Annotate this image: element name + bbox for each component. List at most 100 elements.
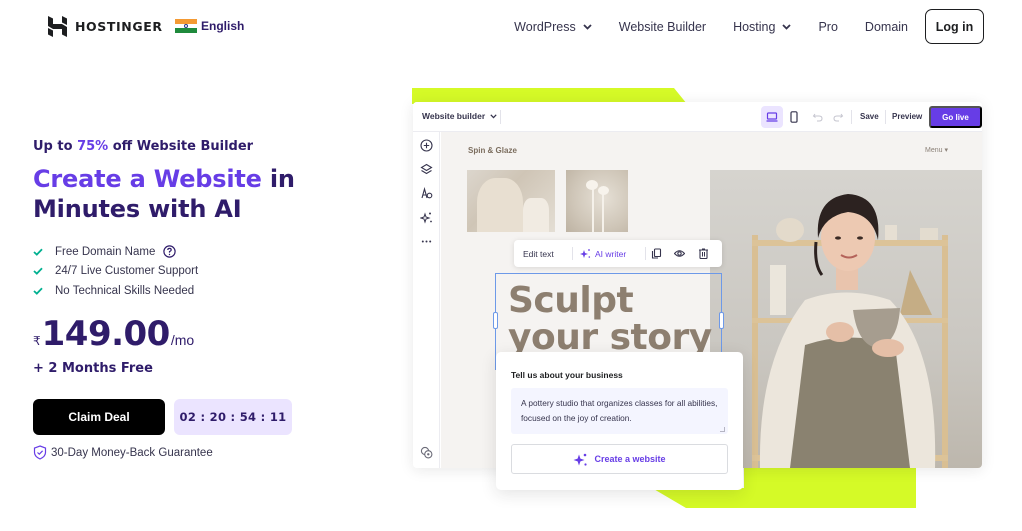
mobile-view-button[interactable]: [783, 106, 805, 128]
add-icon[interactable]: [420, 139, 433, 152]
feature-label: Free Domain Name: [55, 245, 156, 258]
shield-check-icon: [33, 445, 47, 460]
feature-item: 24/7 Live Customer Support: [33, 262, 198, 282]
hero-title-accent: Create a Website: [33, 165, 262, 193]
price-amount: 149.00: [41, 314, 171, 354]
site-menu[interactable]: Menu ▾: [925, 146, 948, 154]
business-description-input[interactable]: A pottery studio that organizes classes …: [511, 388, 728, 434]
language-selector[interactable]: English: [175, 19, 245, 34]
layers-icon[interactable]: [420, 163, 433, 176]
hero-title-part: Minutes with AI: [33, 195, 242, 223]
builder-menu[interactable]: Website builder: [422, 111, 497, 121]
check-icon: [33, 287, 43, 295]
ai-writer-button[interactable]: AI writer: [580, 248, 626, 259]
more-icon[interactable]: [420, 235, 433, 248]
help-chat-icon[interactable]: [420, 446, 433, 459]
desktop-icon: [766, 112, 778, 122]
feature-list: Free Domain Name 24/7 Live Customer Supp…: [33, 242, 198, 301]
go-live-button[interactable]: Go live: [929, 106, 982, 128]
potter-woman-image: [710, 170, 982, 468]
textarea-resize-grip[interactable]: [720, 427, 725, 432]
hero-title: Create a Website in Minutes with AI: [33, 164, 333, 224]
nav-hosting-label: Hosting: [733, 19, 776, 34]
nav-pro-label: Pro: [818, 19, 838, 34]
feature-label: 24/7 Live Customer Support: [55, 265, 199, 278]
ai-business-prompt-card: Tell us about your business A pottery st…: [496, 352, 743, 490]
desktop-view-button[interactable]: [761, 106, 783, 128]
nav-wordpress-label: WordPress: [514, 19, 576, 34]
ai-writer-label: AI writer: [595, 248, 627, 259]
hero-title-part: in: [261, 165, 295, 193]
feature-item: Free Domain Name: [33, 242, 198, 262]
login-button[interactable]: Log in: [925, 9, 984, 44]
undo-icon[interactable]: [812, 111, 824, 123]
nav-domain[interactable]: Domain: [865, 20, 908, 34]
hostinger-logo[interactable]: HOSTINGER: [48, 16, 163, 37]
promo-suffix: off Website Builder: [108, 139, 254, 154]
countdown-timer: 02 : 20 : 54 : 11: [174, 399, 292, 435]
dried-flowers-image: [566, 170, 628, 232]
chevron-down-icon: [490, 113, 497, 118]
duplicate-icon[interactable]: [651, 248, 662, 259]
help-icon[interactable]: [163, 245, 177, 258]
create-website-button[interactable]: Create a website: [511, 444, 728, 474]
promo-discount: 75%: [77, 139, 109, 154]
nav-hosting[interactable]: Hosting: [733, 19, 792, 34]
hostinger-logo-icon: [48, 16, 67, 37]
ai-sparkle-icon: [580, 249, 591, 258]
nav-wordpress[interactable]: WordPress: [514, 20, 592, 34]
nav-website-builder[interactable]: Website Builder: [619, 20, 706, 34]
india-flag-icon: [175, 19, 197, 34]
price: ₹ 149.00 /mo: [33, 315, 194, 353]
bonus-offer: + 2 Months Free: [33, 361, 153, 376]
mobile-icon: [790, 111, 798, 123]
price-period: /mo: [170, 332, 195, 348]
guarantee-label: 30-Day Money-Back Guarantee: [51, 446, 213, 459]
feature-label: No Technical Skills Needed: [55, 284, 195, 297]
top-header: HOSTINGER English WordPress Website Buil…: [0, 0, 1022, 54]
theme-icon[interactable]: [420, 187, 433, 200]
divider: [645, 247, 646, 260]
visibility-icon[interactable]: [674, 248, 685, 259]
promo-prefix: Up to: [33, 139, 78, 154]
main-nav: WordPress Website Builder Hosting Pro Do…: [514, 9, 984, 44]
business-prompt-title: Tell us about your business: [511, 370, 623, 380]
pottery-vases-image: [467, 170, 555, 232]
check-icon: [33, 267, 43, 276]
potter-illustration: [752, 194, 948, 468]
redo-icon[interactable]: [832, 111, 844, 123]
chevron-down-icon: [782, 23, 792, 30]
nav-domain-label: Domain: [864, 19, 908, 34]
site-name: Spin & Glaze: [468, 146, 517, 155]
language-label: English: [201, 19, 245, 33]
edit-text-button[interactable]: Edit text: [523, 249, 554, 259]
delete-icon[interactable]: [698, 248, 709, 259]
divider: [572, 247, 573, 260]
chevron-down-icon: [583, 23, 592, 30]
divider: [851, 110, 852, 124]
save-button[interactable]: Save: [860, 112, 879, 121]
brand-name: HOSTINGER: [75, 19, 163, 34]
builder-toolbar: Website builder Save Preview Go live: [413, 102, 982, 132]
currency-symbol: ₹: [33, 334, 41, 348]
promo-text: Up to 75% off Website Builder: [33, 139, 253, 154]
claim-deal-button[interactable]: Claim Deal: [33, 399, 165, 435]
divider: [500, 110, 501, 124]
preview-button[interactable]: Preview: [892, 112, 922, 121]
text-edit-toolbar: Edit text AI writer: [514, 240, 722, 267]
site-headline: Sculpt your story: [508, 282, 712, 356]
ai-sparkle-icon[interactable]: [420, 211, 433, 224]
headline-line: Sculpt: [508, 280, 634, 321]
builder-title: Website builder: [422, 111, 486, 121]
check-icon: [33, 248, 43, 256]
nav-pro[interactable]: Pro: [818, 20, 837, 34]
ai-sparkle-icon: [573, 453, 588, 466]
resize-handle-right[interactable]: [719, 312, 724, 329]
divider: [885, 110, 886, 124]
builder-sidebar: [413, 132, 440, 468]
feature-item: No Technical Skills Needed: [33, 281, 198, 301]
money-back-guarantee: 30-Day Money-Back Guarantee: [33, 445, 213, 460]
page: HOSTINGER English WordPress Website Buil…: [0, 0, 1022, 531]
create-website-label: Create a website: [594, 454, 666, 464]
resize-handle-left[interactable]: [493, 312, 498, 329]
